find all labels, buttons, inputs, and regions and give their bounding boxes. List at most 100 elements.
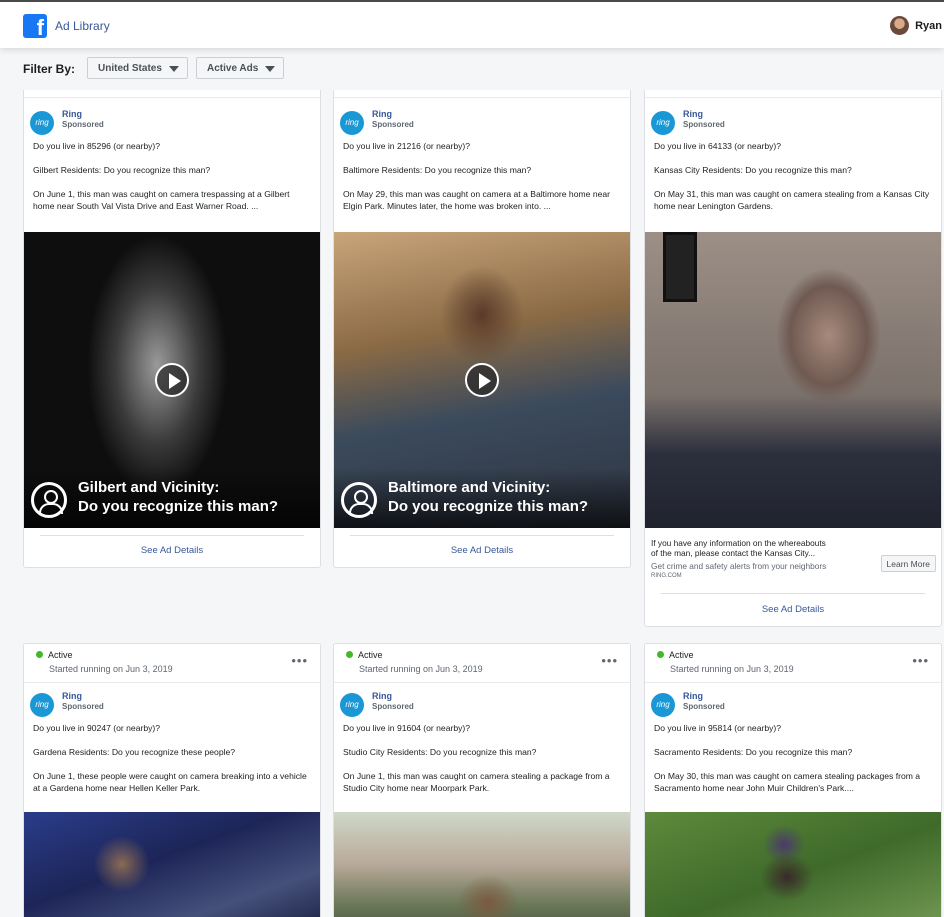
ad-card: Started running on Jun 3, 2019 ring Ring… (644, 58, 942, 627)
ad-video[interactable] (645, 812, 941, 917)
advertiser-name[interactable]: Ring (683, 691, 703, 701)
sponsored-label: Sponsored (62, 702, 104, 711)
ad-zip: Do you live in 64133 (or nearby)? (654, 141, 782, 151)
more-options-icon[interactable]: ••• (291, 654, 308, 667)
sponsored-label: Sponsored (372, 702, 414, 711)
ring-logo-icon[interactable]: ring (340, 693, 364, 717)
divider (661, 593, 925, 594)
advertiser: ring Ring Sponsored (651, 109, 936, 139)
filter-bar: Filter By: United States Active Ads (0, 48, 944, 90)
top-bar: f Ad Library Ryan (0, 0, 944, 48)
more-options-icon[interactable]: ••• (601, 654, 618, 667)
see-ad-details-link[interactable]: See Ad Details (24, 545, 320, 556)
advertiser-name[interactable]: Ring (62, 691, 82, 701)
user-name[interactable]: Ryan (915, 20, 944, 32)
play-icon[interactable] (465, 363, 499, 397)
ad-zip: Do you live in 21216 (or nearby)? (343, 141, 471, 151)
ad-video[interactable]: Gilbert and Vicinity: Do you recognize t… (24, 232, 320, 528)
user-menu[interactable]: Ryan (890, 16, 944, 35)
ad-video[interactable] (24, 812, 320, 917)
ad-text: Do you live in 90247 (or nearby)? Garden… (33, 722, 313, 806)
ad-card: Started running on Jun 3, 2019 ring Ring… (333, 58, 631, 568)
ad-headline: Sacramento Residents: Do you recognize t… (654, 747, 853, 757)
ring-logo-icon[interactable]: ring (651, 111, 675, 135)
ad-body: On June 1, these people were caught on c… (33, 771, 307, 793)
sponsored-label: Sponsored (683, 120, 725, 129)
more-options-icon[interactable]: ••• (912, 654, 929, 667)
ad-body: On June 1, this man was caught on camera… (343, 771, 610, 793)
active-dot-icon (36, 651, 43, 658)
ad-zip: Do you live in 91604 (or nearby)? (343, 723, 471, 733)
advertiser: ring Ring Sponsored (30, 109, 315, 139)
card-header: Active Started running on Jun 3, 2019 ••… (334, 644, 630, 683)
lamp-image (663, 232, 697, 302)
cta-subtext: Get crime and safety alerts from your ne… (651, 561, 827, 571)
ad-body: On June 1, this man was caught on camera… (33, 189, 290, 211)
advertiser-name[interactable]: Ring (372, 691, 392, 701)
ad-video[interactable]: Baltimore and Vicinity: Do you recognize… (334, 232, 630, 528)
ad-body: On May 31, this man was caught on camera… (654, 189, 930, 211)
status-badge: Active (346, 650, 383, 660)
advertiser: ring Ring Sponsored (651, 691, 936, 721)
avatar[interactable] (890, 16, 910, 35)
ad-text: Do you live in 64133 (or nearby)? Kansas… (654, 140, 934, 224)
ad-call-to-action: If you have any information on the where… (651, 538, 936, 584)
ad-text: Do you live in 21216 (or nearby)? Baltim… (343, 140, 623, 224)
status-badge: Active (657, 650, 694, 660)
ad-library-title[interactable]: Ad Library (55, 19, 110, 33)
see-ad-details-link[interactable]: See Ad Details (334, 545, 630, 556)
ad-video[interactable] (334, 812, 630, 917)
ad-text: Do you live in 95814 (or nearby)? Sacram… (654, 722, 934, 806)
neighbors-icon (341, 482, 377, 518)
advertiser-name[interactable]: Ring (683, 109, 703, 119)
video-caption: Baltimore and Vicinity: Do you recognize… (388, 479, 589, 515)
ad-headline: Kansas City Residents: Do you recognize … (654, 165, 852, 175)
country-dropdown[interactable]: United States (87, 57, 188, 79)
ring-logo-icon[interactable]: ring (30, 111, 54, 135)
chevron-down-icon (265, 66, 275, 72)
ad-card: Started running on Jun 3, 2019 ring Ring… (23, 58, 321, 568)
sponsored-label: Sponsored (683, 702, 725, 711)
ring-logo-icon[interactable]: ring (340, 111, 364, 135)
neighbors-icon (31, 482, 67, 518)
start-date: Started running on Jun 3, 2019 (49, 664, 173, 674)
ad-zip: Do you live in 95814 (or nearby)? (654, 723, 782, 733)
ad-body: On May 29, this man was caught on camera… (343, 189, 611, 211)
start-date: Started running on Jun 3, 2019 (359, 664, 483, 674)
start-date: Started running on Jun 3, 2019 (670, 664, 794, 674)
ad-headline: Gilbert Residents: Do you recognize this… (33, 165, 211, 175)
advertiser: ring Ring Sponsored (340, 691, 625, 721)
ad-status-dropdown[interactable]: Active Ads (196, 57, 284, 79)
ad-card: Active Started running on Jun 3, 2019 ••… (333, 643, 631, 917)
ad-card: Active Started running on Jun 3, 2019 ••… (23, 643, 321, 917)
active-dot-icon (657, 651, 664, 658)
divider (350, 535, 614, 536)
ad-headline: Gardena Residents: Do you recognize thes… (33, 747, 236, 757)
ad-zip: Do you live in 85296 (or nearby)? (33, 141, 161, 151)
ad-text: Do you live in 91604 (or nearby)? Studio… (343, 722, 623, 806)
sponsored-label: Sponsored (372, 120, 414, 129)
ad-text: Do you live in 85296 (or nearby)? Gilber… (33, 140, 313, 224)
ad-zip: Do you live in 90247 (or nearby)? (33, 723, 161, 733)
advertiser-name[interactable]: Ring (62, 109, 82, 119)
ad-body: On May 30, this man was caught on camera… (654, 771, 921, 793)
status-badge: Active (36, 650, 73, 660)
ad-headline: Studio City Residents: Do you recognize … (343, 747, 537, 757)
ring-logo-icon[interactable]: ring (651, 693, 675, 717)
play-icon[interactable] (155, 363, 189, 397)
ad-headline: Baltimore Residents: Do you recognize th… (343, 165, 532, 175)
facebook-logo-icon[interactable]: f (23, 14, 47, 40)
divider (40, 535, 304, 536)
video-caption-overlay: Baltimore and Vicinity: Do you recognize… (334, 468, 630, 528)
advertiser-name[interactable]: Ring (372, 109, 392, 119)
ad-image[interactable] (645, 232, 941, 528)
learn-more-button[interactable]: Learn More (880, 555, 936, 572)
card-header: Active Started running on Jun 3, 2019 ••… (645, 644, 941, 683)
ad-card: Active Started running on Jun 3, 2019 ••… (644, 643, 942, 917)
sponsored-label: Sponsored (62, 120, 104, 129)
video-caption: Gilbert and Vicinity: Do you recognize t… (78, 479, 279, 515)
see-ad-details-link[interactable]: See Ad Details (645, 604, 941, 615)
advertiser: ring Ring Sponsored (340, 109, 625, 139)
ring-logo-icon[interactable]: ring (30, 693, 54, 717)
cta-domain: RING.COM (651, 573, 682, 579)
